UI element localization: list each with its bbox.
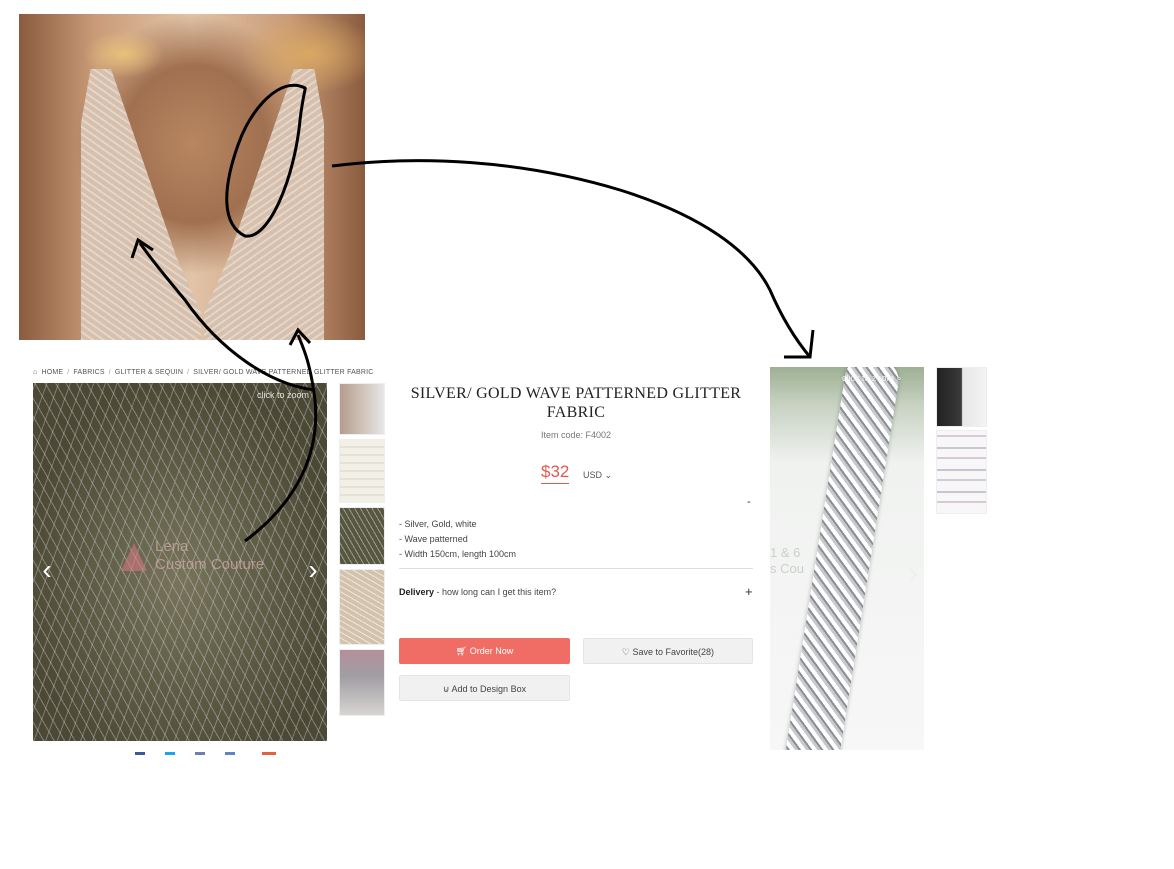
share-icon[interactable]: [225, 752, 235, 755]
breadcrumb: ⌂ HOME / FABRICS / GLITTER & SEQUIN / SILVER/ G…: [33, 369, 385, 381]
home-icon[interactable]: ⌂: [33, 369, 37, 376]
zoom-hint-label: click to zoom: [842, 373, 895, 383]
description-item: - Wave patterned: [399, 534, 468, 544]
zoom-hint[interactable]: click to zoom: [257, 390, 309, 400]
breadcrumb-home[interactable]: HOME: [41, 369, 63, 376]
breadcrumb-separator: /: [67, 369, 70, 376]
watermark-line2: Custom Couture: [155, 556, 265, 573]
thumbnail-2[interactable]: [339, 439, 385, 503]
breadcrumb-category[interactable]: GLITTER & SEQUIN: [115, 369, 183, 376]
add-to-design-box-label: Add to Design Box: [451, 684, 527, 694]
trim-thumbnail-2[interactable]: [936, 430, 987, 514]
currency-label: USD: [583, 470, 603, 480]
dress-bodice-right: [204, 69, 324, 340]
divider: [399, 568, 753, 569]
description-item: - Silver, Gold, white: [399, 519, 477, 529]
watermark-line1: 1 & 6: [770, 545, 801, 560]
share-icon[interactable]: [262, 752, 276, 755]
breadcrumb-fabrics[interactable]: FABRICS: [73, 369, 104, 376]
thumbnail-1[interactable]: [339, 383, 385, 435]
zoom-hint[interactable]: click to zoom ⌕: [842, 373, 902, 384]
dress-reference-photo: [19, 14, 365, 340]
product-title: SILVER/ GOLD WAVE PATTERNED GLITTER FABR…: [410, 385, 742, 421]
thumbnail-5[interactable]: [339, 649, 385, 716]
annotation-arrow-to-trim: [331, 159, 812, 358]
annotation-arrowhead: [784, 329, 815, 359]
currency-select[interactable]: USD ⌄: [583, 470, 612, 481]
delivery-label: Delivery: [399, 587, 435, 597]
dress-bodice-left: [81, 69, 201, 340]
item-code: Item code: F4002: [540, 430, 612, 440]
facebook-share-icon[interactable]: [135, 752, 145, 755]
watermark: 1 & 6 s Cou: [770, 545, 804, 577]
order-now-button[interactable]: 🛒︎ Order Now: [399, 638, 570, 664]
save-to-favorite-button[interactable]: ♡ Save to Favorite(28): [583, 638, 753, 664]
save-to-favorite-label: Save to Favorite(28): [632, 647, 715, 657]
description-item: - Width 150cm, length 100cm: [399, 549, 517, 559]
watermark: Lena Custom Couture: [123, 538, 264, 574]
price: $32: [541, 462, 570, 484]
watermark-line1: Lena: [155, 538, 189, 555]
cart-icon: 🛒︎: [455, 646, 468, 656]
chevron-down-icon: ⌄: [604, 470, 613, 480]
chevron-right-icon[interactable]: ›: [304, 555, 322, 585]
description-list: - Silver, Gold, white - Wave patterned -…: [399, 517, 516, 562]
box-icon: ⊍: [442, 684, 450, 694]
chevron-left-icon[interactable]: ‹: [38, 555, 56, 585]
description-collapse-toggle[interactable]: -: [747, 496, 751, 508]
breadcrumb-separator: /: [108, 369, 111, 376]
breadcrumb-current: SILVER/ GOLD WAVE PATTERNED GLITTER FABR…: [193, 369, 374, 376]
thumbnail-4[interactable]: [339, 569, 385, 645]
watermark-line2: s Cou: [770, 561, 804, 576]
breadcrumb-separator: /: [187, 369, 190, 376]
delivery-section-header[interactable]: Delivery - how long can I get this item?: [399, 587, 556, 597]
delivery-expand-toggle[interactable]: +: [745, 584, 753, 599]
trim-product-image[interactable]: click to zoom ⌕ 1 & 6 s Cou ›: [770, 367, 924, 750]
twitter-share-icon[interactable]: [165, 752, 175, 755]
main-product-image[interactable]: click to zoom Lena Custom Couture ‹ ›: [33, 383, 327, 741]
chevron-right-icon[interactable]: ›: [909, 557, 918, 589]
add-to-design-box-button[interactable]: ⊍ Add to Design Box: [399, 675, 570, 701]
share-icon[interactable]: [195, 752, 205, 755]
trim-thumbnail-1[interactable]: [936, 367, 987, 427]
delivery-text: - how long can I get this item?: [434, 587, 557, 597]
order-now-label: Order Now: [469, 646, 514, 656]
thumbnail-3[interactable]: [339, 507, 385, 565]
heart-icon: ♡: [621, 647, 630, 657]
zoom-icon: ⌕: [896, 373, 902, 383]
